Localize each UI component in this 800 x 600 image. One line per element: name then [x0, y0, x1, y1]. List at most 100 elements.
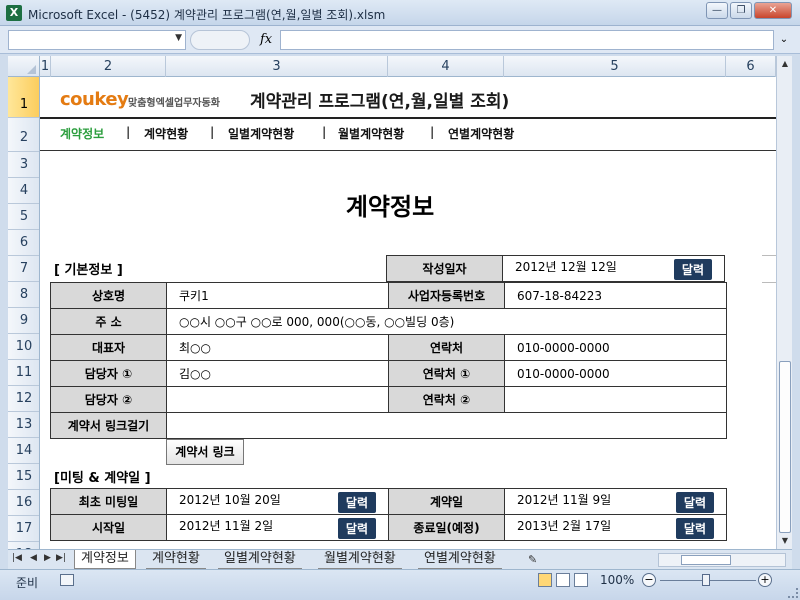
row-header[interactable]: 7: [8, 256, 39, 282]
row-header[interactable]: 13: [8, 412, 39, 438]
column-header[interactable]: 1: [40, 56, 51, 77]
horizontal-scrollbar[interactable]: [658, 553, 786, 567]
row-header[interactable]: 1: [8, 77, 39, 118]
written-date-cell[interactable]: 2012년 12월 12일 달력: [502, 255, 725, 282]
basic-info-table: 상호명 쿠키1 사업자등록번호 607-18-84223 주 소 ○○시 ○○구…: [50, 282, 727, 439]
row-header[interactable]: 9: [8, 308, 39, 334]
sheet-tab-contract-info[interactable]: 계약정보: [74, 550, 136, 569]
contract-link-button[interactable]: 계약서 링크: [166, 439, 244, 465]
row-header[interactable]: 18: [8, 542, 39, 549]
row-header[interactable]: 16: [8, 490, 39, 516]
column-header[interactable]: 4: [388, 56, 504, 77]
row-header[interactable]: 10: [8, 334, 39, 360]
restore-button[interactable]: ❐: [730, 2, 752, 19]
column-header[interactable]: 2: [51, 56, 166, 77]
bizno-value[interactable]: 607-18-84223: [504, 282, 727, 309]
first-sheet-icon[interactable]: |◀: [12, 553, 22, 563]
nav-item-monthly-status[interactable]: 월별계약현황: [338, 125, 404, 142]
manager1-value[interactable]: 김○○: [166, 360, 389, 387]
page-break-view-icon[interactable]: [574, 573, 588, 587]
close-button[interactable]: ✕: [754, 2, 792, 19]
nav-item-daily-status[interactable]: 일별계약현황: [228, 125, 294, 142]
contract-link-value[interactable]: [166, 412, 727, 439]
zoom-in-icon[interactable]: +: [758, 573, 772, 587]
contact1-label: 연락처 ①: [388, 360, 505, 387]
column-header[interactable]: 6: [726, 56, 776, 77]
contract-date-value: 2012년 11월 9일: [517, 492, 612, 507]
nav-item-yearly-status[interactable]: 연별계약현황: [448, 125, 514, 142]
contract-date-cell[interactable]: 2012년 11월 9일 달력: [504, 488, 727, 515]
chevron-down-icon[interactable]: ▼: [175, 33, 182, 43]
contact2-value[interactable]: [504, 386, 727, 413]
macro-record-icon[interactable]: [60, 574, 74, 586]
next-sheet-icon[interactable]: ▶: [44, 553, 51, 563]
formula-input[interactable]: [280, 30, 774, 50]
calendar-button[interactable]: 달력: [337, 517, 376, 539]
row-header[interactable]: 4: [8, 178, 39, 204]
calendar-button[interactable]: 달력: [337, 491, 376, 513]
vertical-scrollbar[interactable]: ▲ ▼: [776, 56, 792, 549]
row-header[interactable]: 11: [8, 360, 39, 386]
row-header[interactable]: 2: [8, 118, 39, 152]
vertical-scroll-thumb[interactable]: [779, 361, 791, 533]
excel-window: X Microsoft Excel - (5452) 계약관리 프로그램(연,월…: [0, 0, 800, 600]
address-value[interactable]: ○○시 ○○구 ○○로 000, 000(○○동, ○○빌딩 0층): [166, 308, 727, 335]
sheet-tab-daily-status[interactable]: 일별계약현황: [218, 550, 302, 569]
minimize-button[interactable]: —: [706, 2, 728, 19]
column-header[interactable]: 3: [166, 56, 388, 77]
nav-separator: |: [430, 125, 435, 139]
calendar-button[interactable]: 달력: [675, 517, 714, 539]
row-header[interactable]: 15: [8, 464, 39, 490]
nav-item-contract-status[interactable]: 계약현황: [144, 125, 188, 142]
nav-item-contract-info[interactable]: 계약정보: [60, 125, 104, 142]
row-header[interactable]: 17: [8, 516, 39, 542]
sheet-tab-contract-status[interactable]: 계약현황: [146, 550, 206, 569]
expand-formula-bar-icon[interactable]: ⌄: [776, 30, 792, 50]
excel-app-icon[interactable]: X: [6, 5, 22, 21]
contact1-value[interactable]: 010-0000-0000: [504, 360, 727, 387]
normal-view-icon[interactable]: [538, 573, 552, 587]
row-header[interactable]: 5: [8, 204, 39, 230]
scroll-down-icon[interactable]: ▼: [777, 533, 793, 549]
row-header[interactable]: 12: [8, 386, 39, 412]
section-basic-info: [ 기본정보 ]: [54, 263, 123, 278]
end-date-cell[interactable]: 2013년 2월 17일 달력: [504, 514, 727, 541]
contact-value[interactable]: 010-0000-0000: [504, 334, 727, 361]
calendar-button[interactable]: 달력: [675, 491, 714, 513]
resize-grip-icon[interactable]: [788, 588, 798, 598]
insert-sheet-icon[interactable]: ✎: [528, 553, 537, 566]
manager2-value[interactable]: [166, 386, 389, 413]
ceo-label: 대표자: [50, 334, 167, 361]
section-meeting: [미팅 & 계약일 ]: [54, 471, 151, 486]
zoom-out-icon[interactable]: −: [642, 573, 656, 587]
name-box[interactable]: ▼: [8, 30, 186, 50]
title-bar: X Microsoft Excel - (5452) 계약관리 프로그램(연,월…: [0, 0, 800, 26]
select-all-corner[interactable]: [8, 56, 40, 77]
ceo-value[interactable]: 최○○: [166, 334, 389, 361]
manager2-label: 담당자 ②: [50, 386, 167, 413]
start-date-cell[interactable]: 2012년 11월 2일 달력: [166, 514, 389, 541]
row-header[interactable]: 14: [8, 438, 39, 464]
zoom-level[interactable]: 100%: [600, 573, 634, 587]
last-sheet-icon[interactable]: ▶|: [56, 553, 66, 563]
formula-controls: fx: [190, 30, 278, 50]
zoom-slider-thumb[interactable]: [702, 574, 710, 586]
formula-bar: ▼ fx ⌄: [0, 26, 800, 54]
calendar-button[interactable]: 달력: [673, 258, 712, 280]
row-header[interactable]: 8: [8, 282, 39, 308]
scroll-up-icon[interactable]: ▲: [777, 56, 793, 72]
sheet-tab-yearly-status[interactable]: 연별계약현황: [418, 550, 502, 569]
horizontal-scroll-thumb[interactable]: [681, 555, 731, 565]
company-value[interactable]: 쿠키1: [166, 282, 389, 309]
nav-separator: |: [210, 125, 215, 139]
insert-function-icon[interactable]: fx: [260, 32, 272, 47]
sheet-tab-monthly-status[interactable]: 월별계약현황: [318, 550, 402, 569]
column-header[interactable]: 5: [504, 56, 726, 77]
prev-sheet-icon[interactable]: ◀: [30, 553, 37, 563]
row-header[interactable]: 3: [8, 152, 39, 178]
first-meeting-cell[interactable]: 2012년 10월 20일 달력: [166, 488, 389, 515]
select-all-icon: [27, 65, 36, 74]
end-date-value: 2013년 2월 17일: [517, 518, 612, 533]
row-header[interactable]: 6: [8, 230, 39, 256]
page-layout-view-icon[interactable]: [556, 573, 570, 587]
